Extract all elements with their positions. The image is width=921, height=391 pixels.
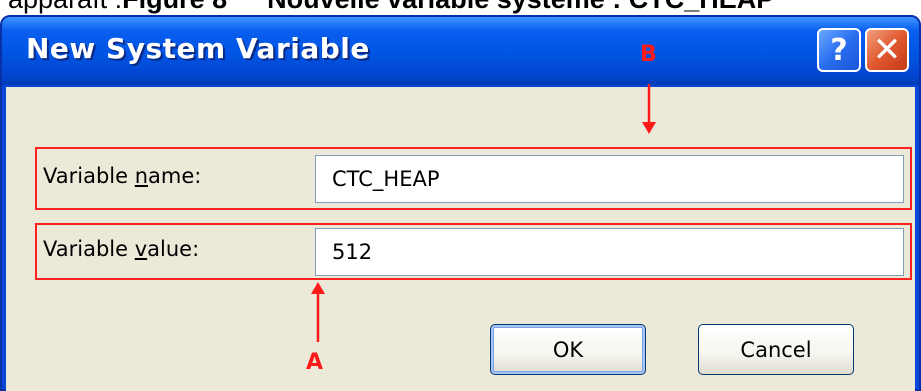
close-button[interactable]: ✕ (865, 28, 909, 72)
caption-figure-label: Figure 8 (122, 0, 227, 14)
variable-name-value: CTC_HEAP (332, 167, 440, 191)
new-system-variable-dialog: New System Variable ? ✕ Variable name: C… (0, 15, 921, 391)
help-button[interactable]: ? (817, 28, 861, 72)
annotation-arrow-a (311, 282, 325, 342)
annotation-marker-a: A (306, 350, 324, 375)
variable-name-mnemonic: n (134, 164, 149, 188)
dialog-title: New System Variable (26, 32, 370, 65)
annotation-arrow-b (642, 84, 656, 134)
cancel-button[interactable]: Cancel (698, 324, 854, 375)
variable-name-input[interactable]: CTC_HEAP (315, 155, 904, 203)
variable-value-mnemonic: v (134, 237, 148, 261)
variable-value-input[interactable]: 512 (315, 228, 904, 276)
caption-figure-title: Nouvelle variable système : CTC_HEAP (267, 0, 774, 14)
variable-value-value: 512 (332, 240, 373, 264)
variable-value-label: Variable value: (43, 237, 200, 261)
caption-prefix: apparaît : (8, 0, 122, 14)
dialog-body: Variable name: CTC_HEAP Variable value: … (6, 87, 915, 391)
dialog-title-bar[interactable]: New System Variable ? ✕ (2, 17, 919, 85)
ok-button[interactable]: OK (490, 324, 646, 375)
help-icon: ? (830, 32, 848, 68)
annotation-marker-b: B (640, 42, 657, 67)
page-caption: apparaît :Figure 8 Nouvelle variable syst… (8, 0, 921, 14)
close-icon: ✕ (872, 30, 902, 70)
variable-name-label: Variable name: (43, 164, 202, 188)
